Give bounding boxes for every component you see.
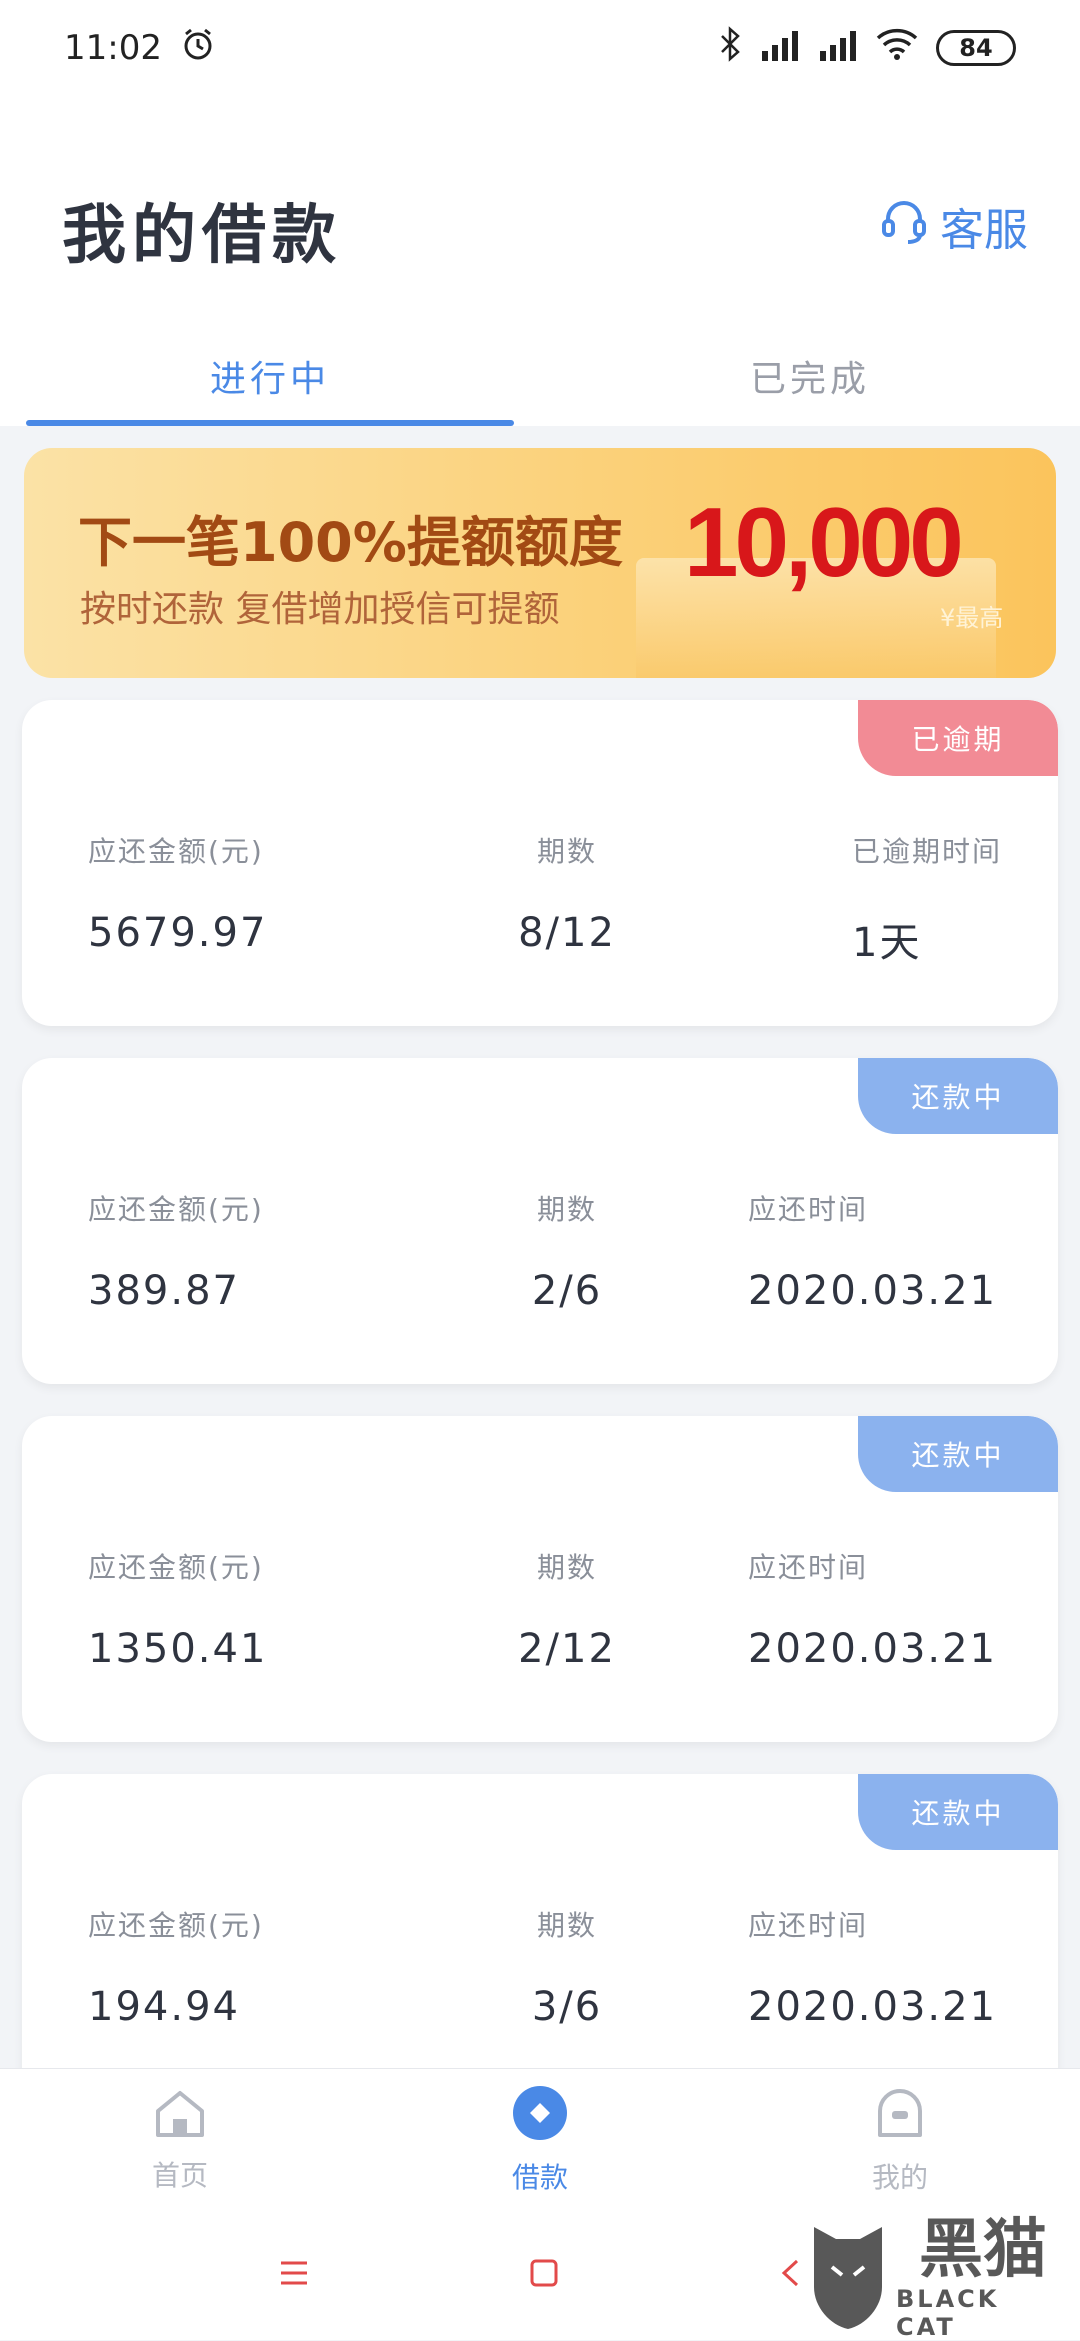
period-label: 期数: [536, 1909, 597, 1942]
period-label: 期数: [536, 1193, 597, 1226]
banner-subline: 按时还款 复借增加授信可提额: [80, 589, 560, 630]
banner-amount: 10,000: [684, 487, 964, 597]
amount-value: 5679.97: [88, 910, 268, 956]
bluetooth-icon: [718, 25, 742, 71]
period-column: 期数 2/6: [507, 1188, 627, 1314]
header: 我的借款 客服 进行中 已完成: [0, 96, 1080, 426]
watermark-en: BLACK CAT: [896, 2285, 1000, 2341]
banner-tag: ¥最高: [940, 604, 1004, 632]
status-left: 11:02: [64, 26, 216, 71]
nav-profile[interactable]: 我的: [720, 2069, 1080, 2211]
amount-column: 应还金额(元) 5679.97: [88, 830, 267, 956]
tab-underline: [26, 420, 514, 426]
customer-service-label: 客服: [940, 205, 1028, 256]
amount-column: 应还金额(元) 389.87: [88, 1188, 264, 1314]
time-value: 1天: [852, 920, 922, 966]
loan-card[interactable]: 还款中 应还金额(元) 194.94 期数 3/6 应还时间 2020.03.2…: [22, 1774, 1058, 2100]
home-icon: [152, 2087, 208, 2146]
cat-logo-icon: [810, 2221, 886, 2335]
menu-icon[interactable]: [279, 2260, 309, 2290]
nav-home[interactable]: 首页: [0, 2069, 360, 2211]
nav-loan[interactable]: 借款: [360, 2069, 720, 2211]
time-label: 应还时间: [748, 1193, 869, 1226]
period-column: 期数 3/6: [507, 1904, 627, 2030]
watermark-text: 黑猫 BLACK CAT: [896, 2215, 1070, 2341]
wifi-icon: [876, 28, 918, 69]
period-value: 3/6: [531, 1984, 603, 2030]
nav-label: 首页: [151, 2158, 208, 2192]
amount-column: 应还金额(元) 194.94: [88, 1904, 264, 2030]
signal-icon-2: [818, 27, 858, 70]
promo-banner[interactable]: 下一笔100%提额额度 按时还款 复借增加授信可提额 10,000 ¥最高: [24, 448, 1056, 678]
amount-value: 389.87: [88, 1268, 240, 1314]
time-column: 已逾期时间 1天: [852, 830, 1002, 968]
alarm-icon: [180, 26, 216, 71]
nav-label: 借款: [511, 2160, 568, 2194]
time-value: 2020.03.21: [748, 1626, 998, 1672]
amount-label: 应还金额(元): [88, 1193, 264, 1226]
period-column: 期数 8/12: [507, 830, 627, 956]
battery-indicator: 84: [936, 30, 1016, 66]
time-label: 已逾期时间: [852, 835, 1003, 868]
time-value: 2020.03.21: [748, 1268, 998, 1314]
amount-label: 应还金额(元): [88, 835, 264, 868]
tab-in-progress[interactable]: 进行中: [0, 326, 540, 426]
page-title: 我的借款: [62, 199, 342, 273]
status-badge: 还款中: [858, 1416, 1058, 1492]
amount-column: 应还金额(元) 1350.41: [88, 1546, 267, 1672]
time-column: 应还时间 2020.03.21: [748, 1904, 997, 2030]
back-icon[interactable]: [779, 2258, 801, 2292]
watermark-cn: 黑猫: [919, 2213, 1047, 2287]
status-badge: 已逾期: [858, 700, 1058, 776]
time-column: 应还时间 2020.03.21: [748, 1188, 997, 1314]
time-value: 2020.03.21: [748, 1984, 998, 2030]
status-time: 11:02: [64, 28, 162, 68]
headset-icon: [878, 195, 930, 258]
bottom-nav: 首页 借款 我的: [0, 2068, 1080, 2211]
period-value: 2/6: [531, 1268, 603, 1314]
loan-card[interactable]: 还款中 应还金额(元) 389.87 期数 2/6 应还时间 2020.03.2…: [22, 1058, 1058, 1384]
tab-label: 进行中: [209, 359, 330, 400]
time-label: 应还时间: [748, 1551, 869, 1584]
period-value: 2/12: [518, 1626, 616, 1672]
loan-card[interactable]: 还款中 应还金额(元) 1350.41 期数 2/12 应还时间 2020.03…: [22, 1416, 1058, 1742]
amount-value: 1350.41: [88, 1626, 268, 1672]
tab-label: 已完成: [749, 359, 870, 400]
status-bar: 11:02 84: [0, 0, 1080, 96]
status-badge: 还款中: [858, 1058, 1058, 1134]
period-column: 期数 2/12: [507, 1546, 627, 1672]
loan-icon: [512, 2085, 568, 2148]
time-label: 应还时间: [748, 1909, 869, 1942]
tab-completed[interactable]: 已完成: [540, 326, 1080, 426]
banner-headline: 下一笔100%提额额度: [78, 511, 623, 574]
nav-label: 我的: [871, 2160, 928, 2194]
status-badge: 还款中: [858, 1774, 1058, 1850]
amount-value: 194.94: [88, 1984, 240, 2030]
tab-bar: 进行中 已完成: [0, 326, 1080, 426]
period-value: 8/12: [518, 910, 616, 956]
customer-service-button[interactable]: 客服: [878, 194, 1028, 258]
profile-icon: [874, 2085, 926, 2148]
period-label: 期数: [536, 835, 597, 868]
black-cat-watermark: 黑猫 BLACK CAT: [810, 2215, 1070, 2341]
time-column: 应还时间 2020.03.21: [748, 1546, 997, 1672]
amount-label: 应还金额(元): [88, 1551, 264, 1584]
period-label: 期数: [536, 1551, 597, 1584]
amount-label: 应还金额(元): [88, 1909, 264, 1942]
loan-card[interactable]: 已逾期 应还金额(元) 5679.97 期数 8/12 已逾期时间 1天: [22, 700, 1058, 1026]
signal-icon: [760, 27, 800, 70]
status-right: 84: [718, 25, 1016, 71]
home-square-icon[interactable]: [529, 2258, 559, 2292]
